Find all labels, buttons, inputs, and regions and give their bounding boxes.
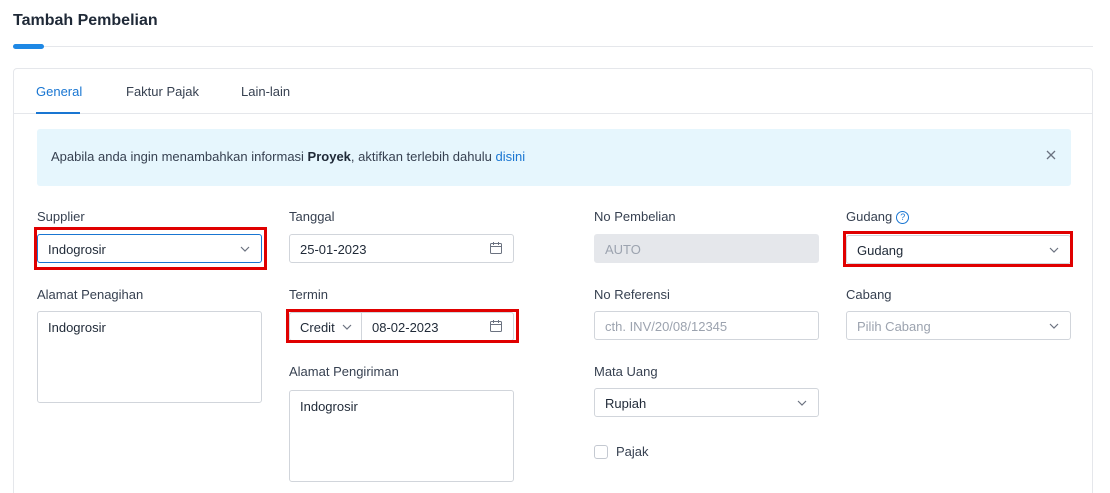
calendar-icon xyxy=(490,242,502,254)
alamat-pengiriman-textarea[interactable]: Indogrosir xyxy=(289,390,514,482)
no-pembelian-input: AUTO xyxy=(594,234,819,263)
cabang-label: Cabang xyxy=(846,287,892,302)
supplier-select[interactable]: Indogrosir xyxy=(37,234,262,263)
chevron-down-icon xyxy=(1049,247,1059,253)
no-pembelian-value: AUTO xyxy=(605,242,641,257)
alamat-penagihan-label: Alamat Penagihan xyxy=(37,287,144,302)
alert-message: Apabila anda ingin menambahkan informasi… xyxy=(51,149,525,164)
tanggal-label: Tanggal xyxy=(289,209,335,224)
tanggal-date-input[interactable]: 25-01-2023 xyxy=(289,234,514,263)
no-referensi-label: No Referensi xyxy=(594,287,670,302)
alamat-penagihan-value: Indogrosir xyxy=(48,320,106,335)
termin-date-value: 08-02-2023 xyxy=(372,320,439,335)
termin-type-select[interactable]: Credit xyxy=(289,312,362,341)
gudang-label-text: Gudang xyxy=(846,209,893,224)
page-title: Tambah Pembelian xyxy=(13,12,158,29)
tab-faktur-pajak[interactable]: Faktur Pajak xyxy=(126,84,199,99)
pajak-label: Pajak xyxy=(616,444,649,459)
mata-uang-value: Rupiah xyxy=(605,396,647,411)
calendar-icon xyxy=(490,320,502,332)
chevron-down-icon xyxy=(797,400,807,406)
cabang-placeholder: Pilih Cabang xyxy=(857,319,931,334)
gudang-select[interactable]: Gudang xyxy=(846,235,1071,264)
termin-label: Termin xyxy=(289,287,329,302)
no-referensi-placeholder: cth. INV/20/08/12345 xyxy=(605,319,728,334)
tab-lain-lain[interactable]: Lain-lain xyxy=(241,84,290,99)
chevron-down-icon xyxy=(240,246,250,252)
chevron-down-icon xyxy=(342,324,352,330)
mata-uang-select[interactable]: Rupiah xyxy=(594,388,819,417)
no-referensi-input[interactable]: cth. INV/20/08/12345 xyxy=(594,311,819,340)
pajak-checkbox[interactable] xyxy=(594,445,608,459)
no-pembelian-label: No Pembelian xyxy=(594,209,676,224)
tab-bar: General Faktur Pajak Lain-lain xyxy=(14,69,1092,114)
close-icon[interactable] xyxy=(1043,147,1059,163)
alert-text-before: Apabila anda ingin menambahkan informasi xyxy=(51,149,308,164)
tab-general[interactable]: General xyxy=(36,84,82,99)
gudang-value: Gudang xyxy=(857,243,904,258)
title-divider xyxy=(13,46,1093,47)
alamat-pengiriman-label: Alamat Pengiriman xyxy=(289,364,399,379)
gudang-label: Gudang? xyxy=(846,209,910,224)
mata-uang-label: Mata Uang xyxy=(594,364,658,379)
alert-text-after: , aktifkan terlebih dahulu xyxy=(350,149,496,164)
cabang-select[interactable]: Pilih Cabang xyxy=(846,311,1071,340)
supplier-value: Indogrosir xyxy=(48,242,106,257)
help-icon[interactable]: ? xyxy=(896,211,910,224)
termin-date-input[interactable]: 08-02-2023 xyxy=(361,312,514,341)
chevron-down-icon xyxy=(1049,323,1059,329)
tanggal-value: 25-01-2023 xyxy=(300,242,367,257)
termin-type-value: Credit xyxy=(300,320,335,335)
alert-link[interactable]: disini xyxy=(495,149,525,164)
supplier-label: Supplier xyxy=(37,209,85,224)
tab-active-indicator xyxy=(36,112,80,114)
alamat-penagihan-textarea[interactable]: Indogrosir xyxy=(37,311,262,403)
alamat-pengiriman-value: Indogrosir xyxy=(300,399,358,414)
info-alert: Apabila anda ingin menambahkan informasi… xyxy=(37,129,1071,186)
title-accent-bar xyxy=(13,44,44,49)
form-card: General Faktur Pajak Lain-lain Apabila a… xyxy=(13,68,1093,493)
alert-bold-text: Proyek xyxy=(307,149,351,164)
